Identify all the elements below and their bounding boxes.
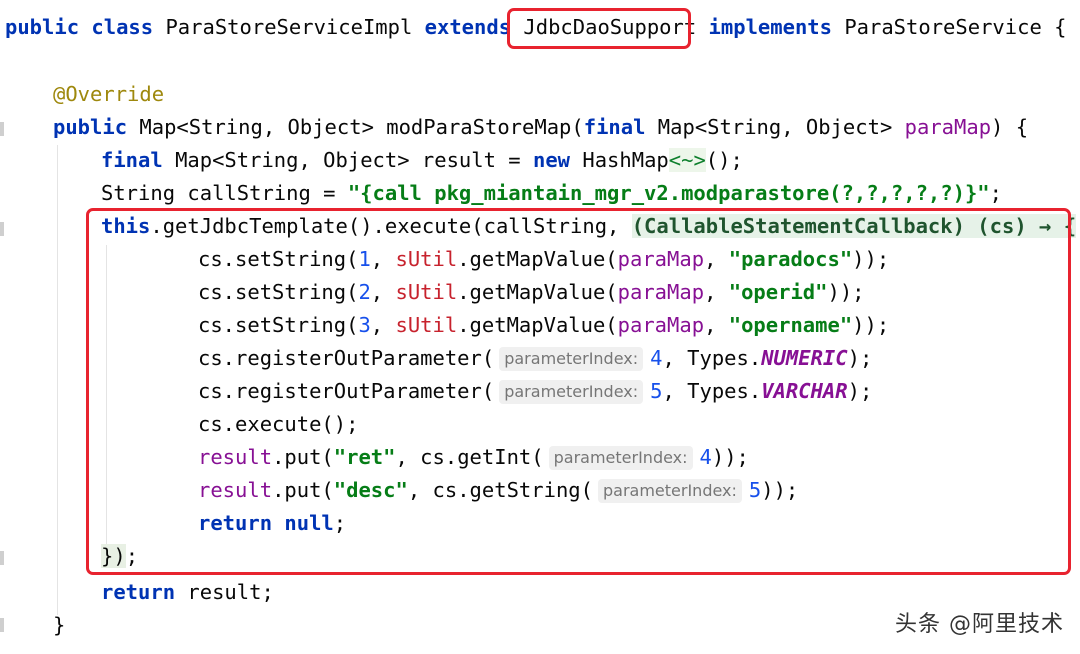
open-brace: { — [1054, 15, 1067, 39]
gutter-fold-marker[interactable] — [0, 122, 4, 136]
call-string-tail: ; — [989, 181, 1002, 205]
method-signature-line[interactable]: public Map<String, Object> modParaStoreM… — [53, 111, 1028, 144]
indent-guide — [57, 145, 58, 615]
param-type: Map<String, Object> — [657, 115, 893, 139]
keyword-public: public — [5, 15, 80, 39]
method-sig-tail: ) { — [991, 115, 1029, 139]
result-tail: (); — [705, 148, 743, 172]
diamond-operator: <~> — [668, 148, 706, 172]
return-type: Map<String, Object> — [139, 115, 374, 139]
keyword-implements: implements — [708, 15, 832, 39]
gutter-fold-marker[interactable] — [0, 618, 4, 632]
keyword-return: return — [101, 580, 176, 604]
close-method-line[interactable]: } — [53, 609, 65, 642]
execute-block-highlight-box — [86, 208, 1071, 575]
class-name: ParaStoreServiceImpl — [165, 15, 413, 39]
method-close-brace: } — [53, 613, 66, 637]
result-declaration-line[interactable]: final Map<String, Object> result = new H… — [101, 144, 743, 177]
return-result-expr: result; — [175, 580, 274, 604]
keyword-final: final — [101, 148, 163, 172]
keyword-new: new — [532, 148, 571, 172]
param-name: paraMap — [904, 115, 992, 139]
gutter-fold-marker[interactable] — [0, 551, 4, 565]
keyword-final: final — [583, 115, 646, 139]
method-name: modParaStoreMap( — [386, 115, 584, 139]
constructor-name: HashMap — [582, 148, 669, 172]
keyword-class: class — [91, 15, 154, 39]
override-annotation: @Override — [53, 82, 165, 106]
override-annotation-line[interactable]: @Override — [53, 78, 164, 111]
result-decl: Map<String, Object> result = — [175, 148, 533, 172]
interface-name: ParaStoreService — [844, 15, 1042, 39]
keyword-public: public — [53, 115, 128, 139]
call-string-line[interactable]: String callString = "{call pkg_miantain_… — [101, 177, 1002, 210]
call-string-literal: "{call pkg_miantain_mgr_v2.modparastore(… — [347, 181, 990, 205]
watermark: 头条 @阿里技术 — [895, 612, 1064, 637]
keyword-extends: extends — [424, 15, 512, 39]
call-string-decl: String callString = — [101, 181, 348, 205]
gutter-fold-marker[interactable] — [0, 222, 4, 236]
return-result-line[interactable]: return result; — [101, 576, 274, 609]
jdbcdaosupport-highlight-box — [507, 8, 691, 49]
